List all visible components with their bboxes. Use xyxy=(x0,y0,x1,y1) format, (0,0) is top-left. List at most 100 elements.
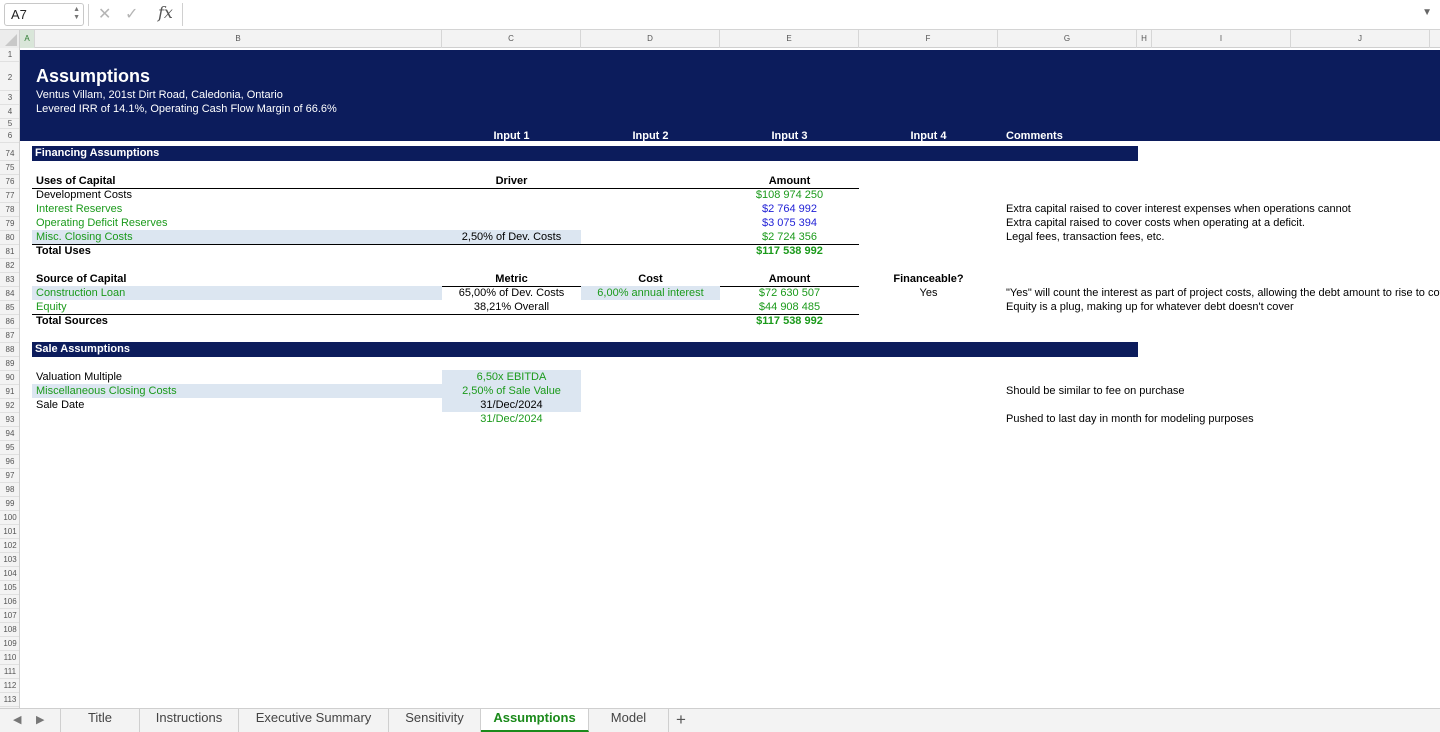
source-row-comment[interactable]: "Yes" will count the interest as part of… xyxy=(1006,286,1440,300)
source-row-amount[interactable]: $44 908 485 xyxy=(720,300,859,314)
tab-sensitivity[interactable]: Sensitivity xyxy=(389,709,481,732)
column-header-f[interactable]: F xyxy=(859,30,998,48)
sale-row-comment[interactable]: Pushed to last day in month for modeling… xyxy=(1006,412,1254,426)
row-header[interactable]: 100 xyxy=(0,511,19,525)
row-header[interactable]: 111 xyxy=(0,665,19,679)
uses-row-label[interactable]: Interest Reserves xyxy=(36,202,122,216)
uses-row-label[interactable]: Development Costs xyxy=(36,188,132,202)
cell-grid[interactable]: Assumptions Ventus Villam, 201st Dirt Ro… xyxy=(20,48,1440,708)
row-header[interactable]: 81 xyxy=(0,245,19,259)
row-header[interactable]: 96 xyxy=(0,455,19,469)
source-row-label[interactable]: Construction Loan xyxy=(36,286,125,300)
total-sources-label[interactable]: Total Sources xyxy=(36,314,108,328)
insert-function-icon[interactable]: fx xyxy=(158,3,173,22)
previous-sheet-icon[interactable]: ◀ xyxy=(13,713,21,726)
row-header[interactable]: 91 xyxy=(0,385,19,399)
row-header[interactable]: 112 xyxy=(0,679,19,693)
column-header-c[interactable]: C xyxy=(442,30,581,48)
add-sheet-button[interactable]: + xyxy=(676,710,686,730)
row-header[interactable]: 105 xyxy=(0,581,19,595)
row-header[interactable]: 104 xyxy=(0,567,19,581)
row-header[interactable]: 82 xyxy=(0,259,19,273)
expand-formula-bar-icon[interactable]: ▼ xyxy=(1422,7,1432,18)
row-header[interactable]: 79 xyxy=(0,217,19,231)
source-row-metric[interactable]: 38,21% Overall xyxy=(442,300,581,314)
row-header[interactable]: 88 xyxy=(0,343,19,357)
column-header-e[interactable]: E xyxy=(720,30,859,48)
row-header[interactable]: 80 xyxy=(0,231,19,245)
sale-row-value[interactable]: 31/Dec/2024 xyxy=(442,412,581,426)
confirm-icon[interactable]: ✓ xyxy=(125,4,138,24)
tab-instructions[interactable]: Instructions xyxy=(140,709,239,732)
row-header[interactable]: 83 xyxy=(0,273,19,287)
row-header[interactable]: 108 xyxy=(0,623,19,637)
row-header[interactable]: 95 xyxy=(0,441,19,455)
row-header[interactable]: 86 xyxy=(0,315,19,329)
sale-row-label[interactable]: Sale Date xyxy=(36,398,84,412)
uses-row-label[interactable]: Operating Deficit Reserves xyxy=(36,216,167,230)
row-header[interactable]: 90 xyxy=(0,371,19,385)
column-header-d[interactable]: D xyxy=(581,30,720,48)
row-header[interactable]: 93 xyxy=(0,413,19,427)
row-header[interactable]: 77 xyxy=(0,189,19,203)
row-header[interactable]: 103 xyxy=(0,553,19,567)
row-header[interactable]: 1 xyxy=(0,48,19,62)
name-box[interactable]: A7 ▲ ▼ xyxy=(4,3,84,26)
row-header[interactable]: 97 xyxy=(0,469,19,483)
row-header[interactable]: 84 xyxy=(0,287,19,301)
tab-executive-summary[interactable]: Executive Summary xyxy=(239,709,389,732)
column-header-h[interactable]: H xyxy=(1137,30,1152,48)
column-header-a[interactable]: A xyxy=(20,30,35,48)
row-header[interactable]: 4 xyxy=(0,105,19,119)
column-header-i[interactable]: I xyxy=(1152,30,1291,48)
name-box-stepper-icon[interactable]: ▲ ▼ xyxy=(73,6,80,22)
sale-row-value[interactable]: 2,50% of Sale Value xyxy=(442,384,581,398)
uses-row-amount[interactable]: $2 724 356 xyxy=(720,230,859,244)
total-uses-amount[interactable]: $117 538 992 xyxy=(720,244,859,258)
source-row-metric[interactable]: 65,00% of Dev. Costs xyxy=(442,286,581,300)
row-header[interactable]: 107 xyxy=(0,609,19,623)
row-header[interactable]: 5 xyxy=(0,119,19,129)
column-header-g[interactable]: G xyxy=(998,30,1137,48)
source-row-cost[interactable]: 6,00% annual interest xyxy=(581,286,720,300)
source-row-amount[interactable]: $72 630 507 xyxy=(720,286,859,300)
column-header-j[interactable]: J xyxy=(1291,30,1430,48)
row-header[interactable]: 89 xyxy=(0,357,19,371)
uses-row-comment[interactable]: Extra capital raised to cover interest e… xyxy=(1006,202,1351,216)
source-row-financeable[interactable]: Yes xyxy=(859,286,998,300)
tab-title[interactable]: Title xyxy=(60,709,140,732)
tab-model[interactable]: Model xyxy=(589,709,669,732)
uses-row-comment[interactable]: Legal fees, transaction fees, etc. xyxy=(1006,230,1164,244)
select-all-button[interactable] xyxy=(0,30,20,48)
next-sheet-icon[interactable]: ▶ xyxy=(36,713,44,726)
sale-row-value[interactable]: 31/Dec/2024 xyxy=(442,398,581,412)
row-header[interactable]: 98 xyxy=(0,483,19,497)
row-header[interactable]: 2 xyxy=(0,62,19,91)
row-header[interactable]: 92 xyxy=(0,399,19,413)
sale-row-value[interactable]: 6,50x EBITDA xyxy=(442,370,581,384)
row-header[interactable]: 94 xyxy=(0,427,19,441)
row-header[interactable]: 99 xyxy=(0,497,19,511)
sale-row-comment[interactable]: Should be similar to fee on purchase xyxy=(1006,384,1185,398)
total-uses-label[interactable]: Total Uses xyxy=(36,244,91,258)
row-header[interactable]: 3 xyxy=(0,91,19,105)
uses-row-driver[interactable]: 2,50% of Dev. Costs xyxy=(442,230,581,244)
sale-row-label[interactable]: Miscellaneous Closing Costs xyxy=(36,384,177,398)
sale-row-label[interactable]: Valuation Multiple xyxy=(36,370,122,384)
row-header[interactable]: 85 xyxy=(0,301,19,315)
source-row-label[interactable]: Equity xyxy=(36,300,67,314)
row-header[interactable]: 106 xyxy=(0,595,19,609)
row-header[interactable]: 74 xyxy=(0,147,19,161)
uses-row-amount[interactable]: $2 764 992 xyxy=(720,202,859,216)
formula-input[interactable] xyxy=(182,3,1430,26)
cancel-icon[interactable]: ✕ xyxy=(98,4,111,24)
total-sources-amount[interactable]: $117 538 992 xyxy=(720,314,859,328)
source-row-comment[interactable]: Equity is a plug, making up for whatever… xyxy=(1006,300,1294,314)
uses-row-amount[interactable]: $3 075 394 xyxy=(720,216,859,230)
row-header[interactable]: 102 xyxy=(0,539,19,553)
column-header-b[interactable]: B xyxy=(35,30,442,48)
row-header[interactable]: 76 xyxy=(0,175,19,189)
uses-row-label[interactable]: Misc. Closing Costs xyxy=(36,230,133,244)
uses-row-amount[interactable]: $108 974 250 xyxy=(720,188,859,202)
row-header[interactable]: 6 xyxy=(0,129,19,143)
